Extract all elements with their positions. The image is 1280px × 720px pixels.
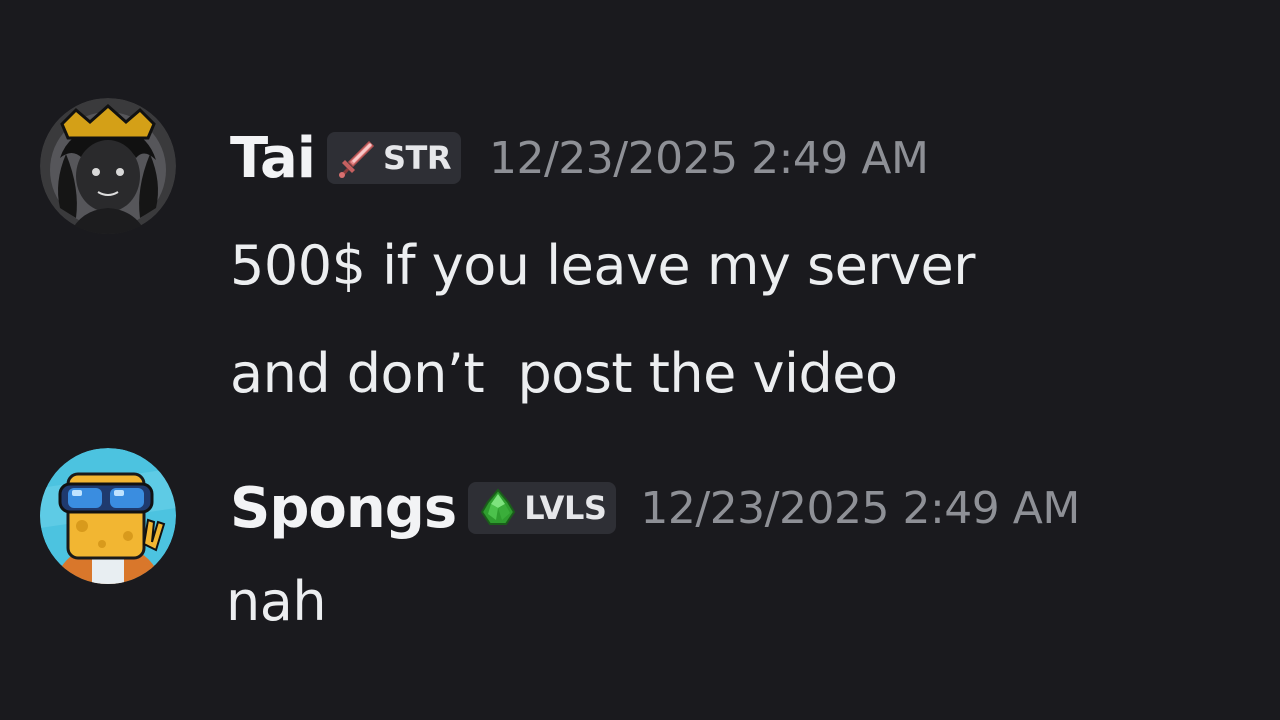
- sword-icon: [338, 140, 375, 178]
- message-header: Tai STR 12/23/2025 2:49 AM: [230, 126, 929, 191]
- green-gem-icon: [481, 488, 516, 525]
- avatar[interactable]: [40, 98, 176, 234]
- timestamp: 12/23/2025 2:49 AM: [488, 132, 929, 184]
- message-line: 500$ if you leave my server: [230, 234, 975, 297]
- role-tag[interactable]: STR: [326, 132, 461, 184]
- message-content: 500$ if you leave my server and don’t po…: [230, 212, 975, 428]
- message-header: Spongs LVLS 12/23/2025 2:49 AM: [230, 474, 1080, 542]
- role-tag[interactable]: LVLS: [468, 482, 617, 534]
- role-tag-label: LVLS: [524, 489, 607, 527]
- sponge-goggles-avatar-icon: [40, 448, 176, 584]
- role-tag-label: STR: [382, 139, 452, 177]
- message-content: nah: [226, 552, 327, 652]
- message-line: nah: [226, 570, 327, 633]
- crowned-character-avatar-icon: [40, 98, 176, 234]
- avatar[interactable]: [40, 448, 176, 584]
- timestamp: 12/23/2025 2:49 AM: [640, 482, 1080, 534]
- chat-log: Tai STR 12/23/2025 2:49 AM 500$ if you l…: [0, 0, 1280, 720]
- message-line: and don’t post the video: [230, 342, 898, 405]
- username[interactable]: Spongs: [230, 476, 457, 541]
- username[interactable]: Tai: [230, 126, 316, 191]
